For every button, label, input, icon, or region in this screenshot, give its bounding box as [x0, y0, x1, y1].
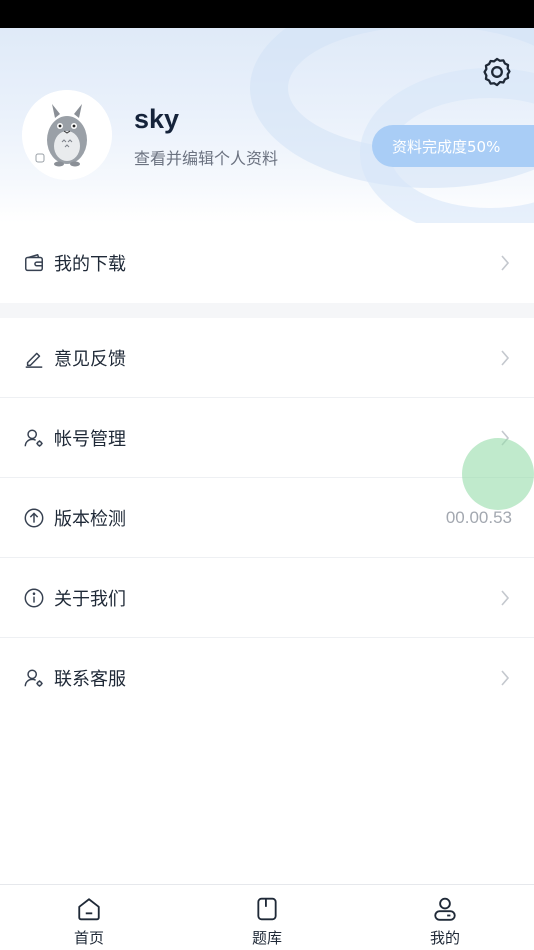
chevron-right-icon [498, 588, 512, 608]
home-icon [75, 895, 103, 923]
settings-button[interactable] [478, 55, 516, 93]
menu-item-account[interactable]: 帐号管理 [0, 398, 534, 478]
user-settings-icon [22, 666, 46, 690]
gear-icon [480, 55, 514, 93]
menu-item-label: 我的下载 [54, 254, 126, 275]
wallet-icon [22, 251, 46, 275]
menu-item-label: 版本检测 [54, 509, 126, 530]
menu-item-version-check[interactable]: 版本检测 00.00.53 [0, 478, 534, 558]
tab-label: 我的 [429, 929, 460, 947]
touch-indicator [462, 438, 534, 510]
menu-item-label: 帐号管理 [54, 429, 126, 450]
menu-item-label: 联系客服 [54, 669, 126, 690]
edit-profile-link[interactable]: 查看并编辑个人资料 [134, 145, 278, 169]
menu-item-label: 关于我们 [54, 589, 126, 610]
book-icon [253, 895, 281, 923]
avatar[interactable] [22, 90, 112, 180]
menu-item-feedback[interactable]: 意见反馈 [0, 318, 534, 398]
tab-question-bank[interactable]: 题库 [227, 885, 307, 950]
section-divider [0, 303, 534, 318]
tab-mine[interactable]: 我的 [405, 885, 485, 950]
menu-item-downloads[interactable]: 我的下载 [0, 223, 534, 303]
tab-label: 题库 [251, 929, 282, 947]
menu-item-label: 意见反馈 [54, 349, 126, 370]
tab-label: 首页 [73, 929, 104, 947]
totoro-avatar-image [22, 90, 112, 180]
bottom-tab-bar: 首页 题库 我的 [0, 884, 534, 950]
version-number: 00.00.53 [445, 508, 512, 527]
edit-icon [22, 346, 46, 370]
user-icon [431, 895, 459, 923]
chevron-right-icon [498, 253, 512, 273]
upload-circle-icon [22, 506, 46, 530]
status-bar [0, 0, 534, 28]
profile-completion-badge[interactable]: 资料完成度50% [372, 125, 534, 167]
chevron-right-icon [498, 348, 512, 368]
profile-completion-label: 资料完成度50% [392, 137, 501, 156]
tab-home[interactable]: 首页 [49, 885, 129, 950]
user-settings-icon [22, 426, 46, 450]
menu-item-support[interactable]: 联系客服 [0, 638, 534, 718]
chevron-right-icon [498, 668, 512, 688]
username: sky [134, 104, 180, 134]
menu-item-about[interactable]: 关于我们 [0, 558, 534, 638]
info-icon [22, 586, 46, 610]
